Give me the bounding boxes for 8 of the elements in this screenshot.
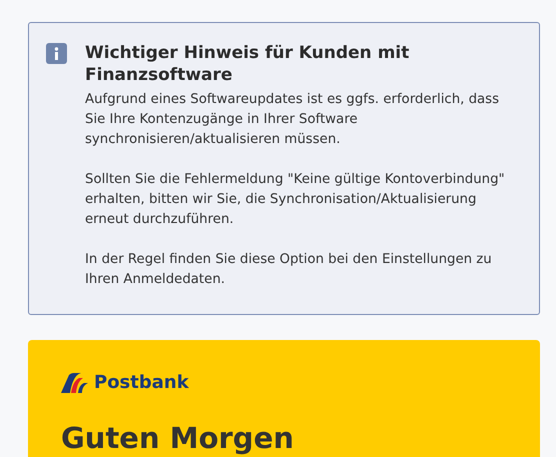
notice-paragraph: Sollten Sie die Fehlermeldung "Keine gültige Kontoverbindung" erhalten, bitten wir Sie, die Synchronisation/Aktualisierung erneut durchzuführen.: [85, 171, 506, 229]
logo-icon: [61, 372, 89, 392]
brand-name: Postbank: [94, 372, 189, 393]
notice-paragraph: In der Regel finden Sie diese Option bei den Einstellungen zu Ihren Anmeldedaten.: [85, 251, 493, 289]
notice-paragraph: Aufgrund eines Softwareupdates ist es ggfs. erforderlich, dass Sie Ihre Kontenzugänge in Ihrer Software synchronisieren/aktualisieren müssen.: [85, 91, 500, 149]
greeting: Guten Morgen: [61, 421, 295, 455]
info-icon: [46, 43, 67, 64]
notice-title: Wichtiger Hinweis für Kunden mit Finanzsoftware: [85, 42, 410, 86]
